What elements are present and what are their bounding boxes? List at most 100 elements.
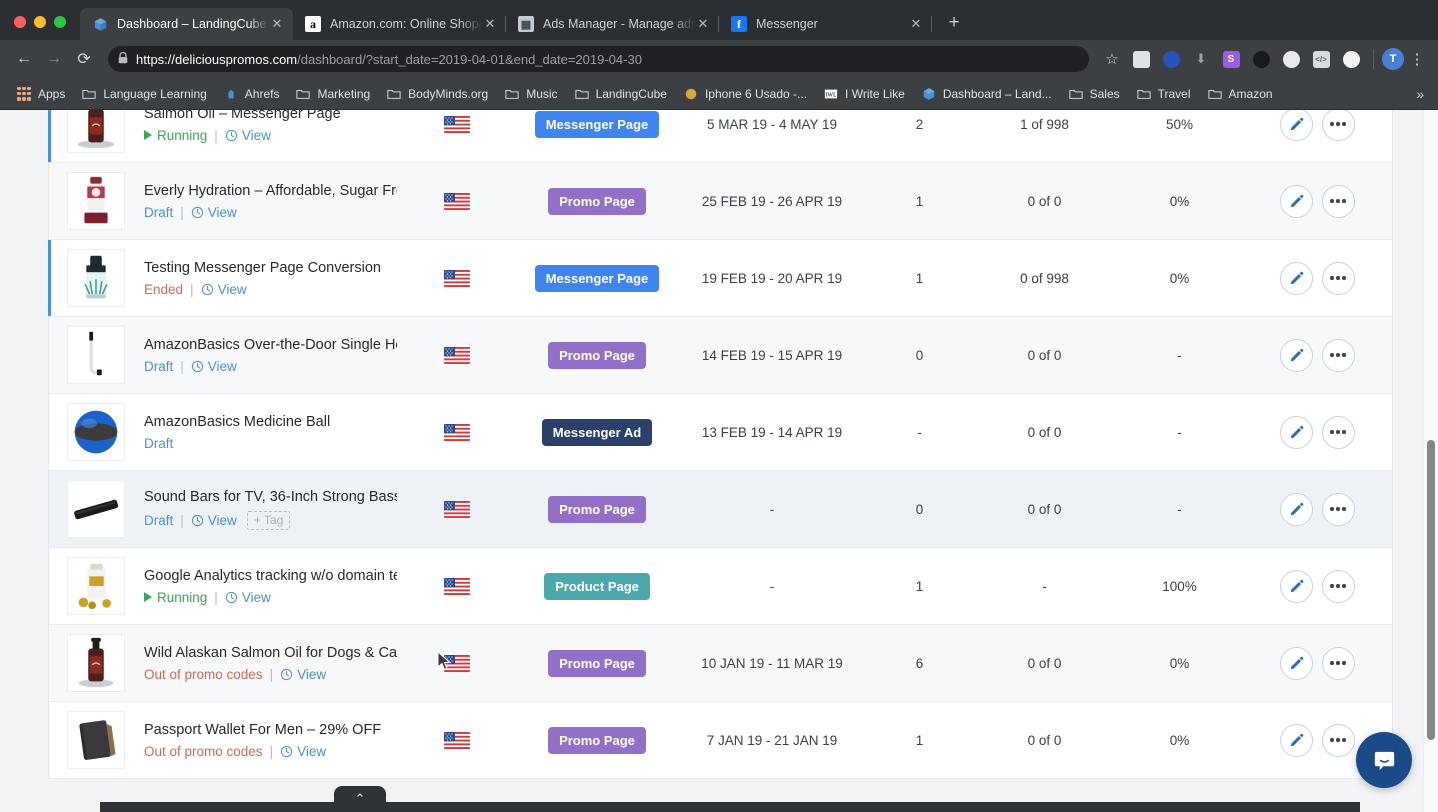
bookmark-i-write-like[interactable]: IWL I Write Like [815, 82, 913, 106]
view-link[interactable]: View [225, 590, 271, 605]
row-codes-cell: 1 of 998 [1020, 116, 1069, 132]
bookmark-language-learning[interactable]: Language Learning [73, 82, 214, 106]
toolbar-divider [1373, 49, 1374, 69]
reload-button[interactable]: ⟳ [70, 45, 98, 73]
add-tag-button[interactable]: + Tag [246, 510, 291, 530]
table-row[interactable]: AmazonBasics Medicine Ball Draft Messeng… [49, 394, 1392, 471]
moon-extension-icon[interactable] [1339, 48, 1363, 70]
swirl-extension-icon[interactable] [1249, 48, 1273, 70]
code-extension-icon[interactable]: </> [1309, 48, 1333, 70]
back-button[interactable]: ← [10, 45, 38, 73]
close-tab-button[interactable]: ✕ [269, 16, 285, 32]
row-country-cell [397, 269, 517, 287]
edit-button[interactable] [1279, 492, 1313, 526]
more-options-button[interactable] [1321, 723, 1355, 757]
iphone-icon [683, 86, 699, 102]
bookmark-star-icon[interactable]: ☆ [1099, 50, 1125, 68]
address-bar[interactable]: https://deliciouspromos.com/dashboard/?s… [108, 46, 1089, 72]
profile-avatar[interactable]: T [1382, 48, 1404, 70]
bookmark-marketing[interactable]: Marketing [287, 82, 378, 106]
table-row[interactable]: Salmon Oil – Messenger Page Running | Vie… [48, 110, 1392, 163]
minimize-window-button[interactable] [34, 16, 46, 28]
vertical-scrollbar[interactable] [1423, 110, 1438, 812]
view-link[interactable]: View [225, 128, 271, 143]
browser-menu-button[interactable]: ⋮ [1406, 50, 1428, 68]
table-row[interactable]: Wild Alaskan Salmon Oil for Dogs & Cats … [49, 625, 1392, 702]
tab-messenger[interactable]: f Messenger ✕ [719, 8, 932, 40]
view-link[interactable]: View [191, 359, 237, 374]
table-row[interactable]: AmazonBasics Over-the-Door Single Hook, … [49, 317, 1392, 394]
edit-button[interactable] [1279, 569, 1313, 603]
bookmark-iphone-6-usado[interactable]: Iphone 6 Usado -... [675, 82, 815, 106]
scroll-to-top-button[interactable]: ⌃ [334, 786, 386, 812]
more-options-button[interactable] [1321, 646, 1355, 680]
view-link[interactable]: View [191, 513, 237, 528]
page-type-badge: Promo Page [548, 649, 646, 677]
tab-title: Amazon.com: Online Shopping [330, 17, 482, 31]
table-row[interactable]: Passport Wallet For Men – 29% OFF Out of… [49, 702, 1392, 779]
edit-button[interactable] [1279, 184, 1313, 218]
bookmark-label: Dashboard – Land... [942, 86, 1052, 101]
bookmark-ahrefs[interactable]: Ahrefs [215, 82, 288, 106]
edit-button[interactable] [1279, 110, 1313, 141]
bookmark-sales[interactable]: Sales [1060, 82, 1128, 106]
bookmark-bodyminds[interactable]: BodyMinds.org [378, 82, 496, 106]
table-row[interactable]: Everly Hydration – Affordable, Sugar Fre… [49, 163, 1392, 240]
row-accent-bar [48, 110, 51, 162]
bookmark-dashboard-landingcube[interactable]: Dashboard – Land... [913, 82, 1060, 106]
globe-extension-icon[interactable] [1279, 48, 1303, 70]
view-link[interactable]: View [201, 282, 247, 297]
more-options-button[interactable] [1321, 492, 1355, 526]
edit-button[interactable] [1279, 338, 1313, 372]
more-options-button[interactable] [1321, 415, 1355, 449]
edit-button[interactable] [1279, 415, 1313, 449]
campaign-name: Salmon Oil – Messenger Page [144, 110, 341, 123]
close-tab-button[interactable]: ✕ [908, 16, 924, 32]
table-row[interactable]: Testing Messenger Page Conversion Ended … [48, 240, 1392, 317]
view-link[interactable]: View [280, 744, 326, 759]
close-window-button[interactable] [14, 16, 26, 28]
row-dates-cell: 14 FEB 19 - 15 APR 19 [701, 347, 843, 363]
table-row[interactable]: Sound Bars for TV, 36-Inch Strong Bass M… [49, 471, 1392, 548]
edit-button[interactable] [1279, 723, 1313, 757]
download-extension-icon[interactable]: ⬇ [1189, 48, 1213, 70]
more-options-button[interactable] [1321, 110, 1355, 141]
bookmark-landingcube[interactable]: LandingCube [566, 82, 675, 106]
view-link[interactable]: View [280, 667, 326, 682]
edit-button[interactable] [1279, 646, 1313, 680]
table-row[interactable]: Google Analytics tracking w/o domain tes… [49, 548, 1392, 625]
checkmark-extension-icon[interactable] [1159, 48, 1183, 70]
bookmark-music[interactable]: Music [496, 82, 565, 106]
more-options-button[interactable] [1321, 338, 1355, 372]
row-codes-cell: 0 of 0 [1027, 347, 1062, 363]
more-options-button[interactable] [1321, 261, 1355, 295]
campaign-meta: Draft [144, 436, 397, 451]
page-type-badge: Messenger Ad [541, 418, 653, 446]
row-visits-cell: - [917, 424, 922, 440]
campaign-meta: Out of promo codes | View [144, 667, 397, 682]
tab-ads-manager[interactable]: ▦ Ads Manager - Manage ads - ( ✕ [506, 8, 719, 40]
more-options-button[interactable] [1321, 184, 1355, 218]
close-tab-button[interactable]: ✕ [482, 16, 498, 32]
bookmark-travel[interactable]: Travel [1128, 82, 1199, 106]
note-extension-icon[interactable] [1129, 48, 1153, 70]
status-label: Ended [144, 281, 184, 297]
close-tab-button[interactable]: ✕ [695, 16, 711, 32]
intercom-chat-icon[interactable] [1356, 732, 1412, 788]
s-extension-icon[interactable]: S [1219, 48, 1243, 70]
scrollbar-thumb[interactable] [1427, 440, 1435, 740]
bookmark-amazon[interactable]: Amazon [1199, 82, 1281, 106]
row-codes-cell: 0 of 0 [1027, 424, 1062, 440]
bookmarks-overflow-button[interactable]: » [1410, 86, 1430, 102]
campaigns-table: Salmon Oil – Messenger Page Running | Vie… [48, 110, 1393, 779]
edit-button[interactable] [1279, 261, 1313, 295]
tab-dashboard-landingcube[interactable]: Dashboard – LandingCube ✕ [80, 8, 293, 40]
new-tab-button[interactable]: + [940, 9, 968, 37]
forward-button[interactable]: → [40, 45, 68, 73]
tab-amazon[interactable]: a Amazon.com: Online Shopping ✕ [293, 8, 506, 40]
maximize-window-button[interactable] [54, 16, 66, 28]
window-controls[interactable] [0, 16, 80, 40]
view-link[interactable]: View [191, 205, 237, 220]
bookmark-apps[interactable]: Apps [8, 82, 73, 106]
more-options-button[interactable] [1321, 569, 1355, 603]
